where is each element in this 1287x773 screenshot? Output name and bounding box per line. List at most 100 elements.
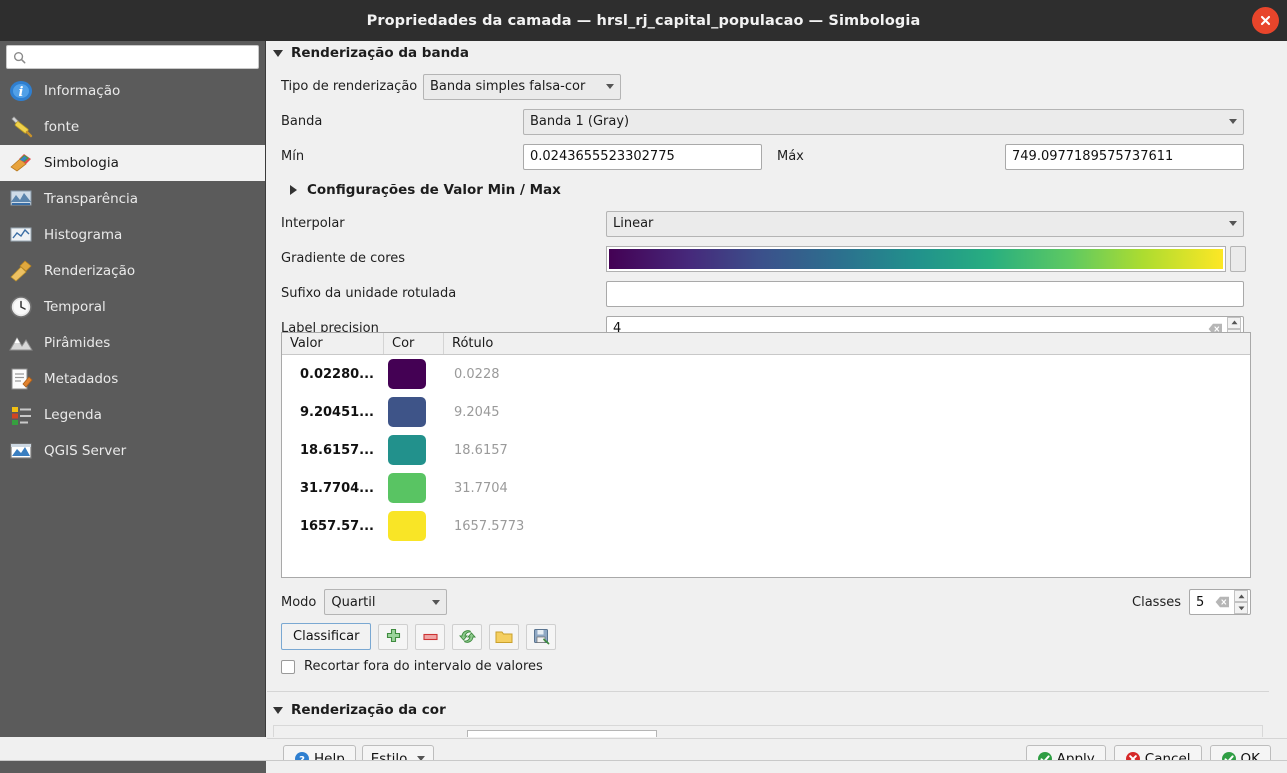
- search-input[interactable]: [31, 49, 252, 65]
- sidebar-item-label: Transparência: [44, 191, 139, 207]
- triangle-down-icon: [1238, 606, 1244, 610]
- add-entry-button[interactable]: [378, 623, 409, 650]
- sidebar-item-transparencia[interactable]: Transparência: [0, 181, 265, 217]
- table-row[interactable]: 31.7704... 31.7704: [282, 469, 1250, 507]
- color-swatch[interactable]: [388, 397, 426, 427]
- render-type-row: Tipo de renderização Banda simples falsa…: [281, 73, 1259, 100]
- classify-button[interactable]: Classificar: [281, 623, 372, 650]
- row-label: 31.7704: [454, 480, 508, 496]
- sidebar-item-legenda[interactable]: Legenda: [0, 397, 265, 433]
- minmax-settings-label: Configurações de Valor Min / Max: [307, 182, 561, 198]
- collapse-triangle-down-icon: [273, 706, 283, 714]
- close-button[interactable]: [1252, 7, 1279, 34]
- color-rendering-partial-panel: [273, 725, 1263, 737]
- row-color-cell[interactable]: [384, 359, 444, 389]
- status-strip-dark: [0, 761, 266, 773]
- band-select[interactable]: Banda 1 (Gray): [523, 108, 1244, 135]
- row-color-cell[interactable]: [384, 511, 444, 541]
- classes-group: Classes 5: [1132, 589, 1251, 615]
- stepper-down-button[interactable]: [1234, 602, 1248, 614]
- sidebar: i Informação fonte Simbologia Transparên…: [0, 41, 266, 737]
- clip-checkbox-row[interactable]: Recortar fora do intervalo de valores: [281, 659, 543, 674]
- interpolation-row: Interpolar Linear: [281, 210, 1259, 237]
- row-label: 18.6157: [454, 442, 508, 458]
- sidebar-item-label: Renderização: [44, 263, 136, 279]
- layer-properties-dialog: Propriedades da camada — hrsl_rj_capital…: [0, 0, 1287, 773]
- sidebar-item-label: QGIS Server: [44, 443, 127, 459]
- table-row[interactable]: 1657.57... 1657.5773: [282, 507, 1250, 545]
- color-swatch[interactable]: [388, 473, 426, 503]
- red-minus-icon: [423, 633, 438, 640]
- sidebar-item-label: Legenda: [44, 407, 102, 423]
- color-ramp-label: Gradiente de cores: [281, 251, 406, 266]
- triangle-up-icon: [1238, 594, 1244, 598]
- table-row[interactable]: 18.6157... 18.6157: [282, 431, 1250, 469]
- pyramids-icon: [9, 337, 33, 351]
- row-color-cell[interactable]: [384, 435, 444, 465]
- row-color-cell[interactable]: [384, 397, 444, 427]
- sidebar-item-informacao[interactable]: i Informação: [0, 73, 265, 109]
- mode-select[interactable]: Quartil: [324, 589, 448, 615]
- table-row[interactable]: 0.02280... 0.0228: [282, 355, 1250, 393]
- window-title: Propriedades da camada — hrsl_rj_capital…: [366, 12, 921, 29]
- sidebar-item-label: Pirâmides: [44, 335, 111, 351]
- minmax-settings-row[interactable]: Configurações de Valor Min / Max: [281, 178, 1259, 202]
- classes-input[interactable]: 5: [1189, 589, 1251, 615]
- row-color-cell[interactable]: [384, 473, 444, 503]
- load-colormap-button[interactable]: [489, 623, 520, 650]
- chevron-down-icon: [1229, 119, 1237, 124]
- interpolation-value: Linear: [613, 216, 654, 231]
- band-rendering-section: Renderização da banda Tipo de renderizaç…: [267, 45, 1269, 350]
- color-ramp-dropdown[interactable]: [1230, 245, 1246, 272]
- interpolation-label: Interpolar: [281, 216, 345, 231]
- sidebar-item-piramides[interactable]: Pirâmides: [0, 325, 265, 361]
- band-label: Banda: [281, 114, 323, 129]
- sidebar-item-simbologia[interactable]: Simbologia: [0, 145, 265, 181]
- min-value: 0.0243655523302775: [530, 149, 675, 164]
- min-input[interactable]: 0.0243655523302775: [523, 143, 762, 170]
- color-swatch[interactable]: [388, 435, 426, 465]
- max-input[interactable]: 749.0977189575737611: [1005, 143, 1244, 170]
- sidebar-item-metadados[interactable]: Metadados: [0, 361, 265, 397]
- stepper-up-button[interactable]: [1227, 316, 1241, 329]
- save-colormap-button[interactable]: [526, 623, 557, 650]
- classes-label: Classes: [1132, 594, 1181, 610]
- color-rendering-section: Renderização da cor: [267, 702, 1269, 718]
- sidebar-item-temporal[interactable]: Temporal: [0, 289, 265, 325]
- color-swatch[interactable]: [388, 359, 426, 389]
- min-label: Mín: [281, 149, 305, 164]
- header-valor: Valor: [282, 333, 384, 354]
- table-row[interactable]: 9.20451... 9.2045: [282, 393, 1250, 431]
- sidebar-item-renderizacao[interactable]: Renderização: [0, 253, 265, 289]
- render-type-select[interactable]: Banda simples falsa-cor: [423, 73, 621, 100]
- search-icon: [13, 51, 26, 63]
- header-rotulo: Rótulo: [452, 336, 494, 351]
- sidebar-search[interactable]: [6, 45, 259, 69]
- max-value: 749.0977189575737611: [1012, 149, 1174, 164]
- sort-entries-button[interactable]: [452, 623, 483, 650]
- triangle-up-icon: [1231, 320, 1237, 325]
- color-map-table[interactable]: Valor Cor Rótulo 0.02280... 0.0228 9.204…: [281, 332, 1251, 578]
- row-value: 0.02280...: [299, 366, 374, 382]
- qgis-server-icon: [10, 443, 32, 459]
- row-value: 31.7704...: [299, 480, 374, 496]
- clip-checkbox[interactable]: [281, 659, 295, 674]
- classes-stepper[interactable]: [1234, 590, 1248, 614]
- sidebar-item-histograma[interactable]: Histograma: [0, 217, 265, 253]
- band-rendering-header[interactable]: Renderização da banda: [267, 45, 1269, 61]
- sidebar-item-qgis-server[interactable]: QGIS Server: [0, 433, 265, 469]
- interpolation-select[interactable]: Linear: [606, 210, 1244, 237]
- clock-icon: [10, 296, 32, 318]
- sidebar-item-label: Informação: [44, 83, 121, 99]
- color-swatch[interactable]: [388, 511, 426, 541]
- remove-entry-button[interactable]: [415, 623, 446, 650]
- unit-suffix-input[interactable]: [606, 280, 1244, 307]
- sidebar-item-fonte[interactable]: fonte: [0, 109, 265, 145]
- color-ramp-preview[interactable]: [606, 245, 1226, 272]
- color-rendering-header[interactable]: Renderização da cor: [267, 702, 1269, 718]
- sidebar-nav: i Informação fonte Simbologia Transparên…: [0, 73, 265, 469]
- stepper-up-button[interactable]: [1234, 590, 1248, 602]
- band-value: Banda 1 (Gray): [530, 114, 630, 129]
- clear-icon[interactable]: [1215, 596, 1230, 608]
- row-label: 9.2045: [454, 404, 500, 420]
